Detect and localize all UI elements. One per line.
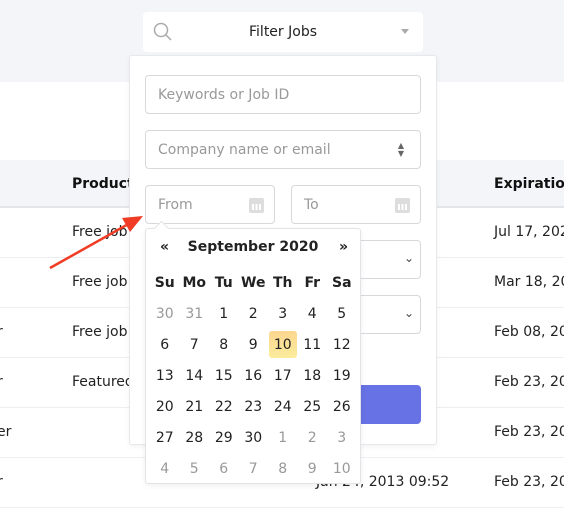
annotation-arrow (49, 216, 143, 270)
